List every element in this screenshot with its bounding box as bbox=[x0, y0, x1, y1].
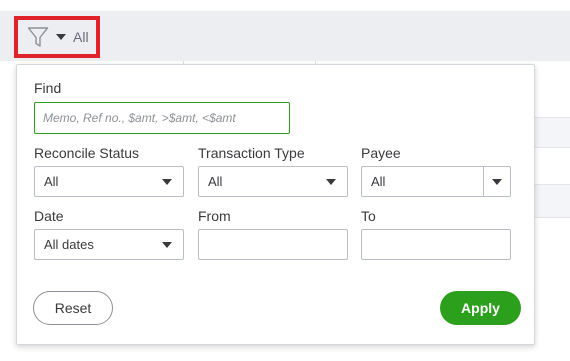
payee-value: All bbox=[371, 174, 386, 189]
payee-label: Payee bbox=[361, 145, 401, 161]
chevron-down-icon bbox=[162, 241, 172, 248]
reset-button[interactable]: Reset bbox=[33, 291, 113, 325]
caret-down-icon bbox=[56, 34, 66, 40]
chevron-down-icon bbox=[326, 178, 336, 185]
find-label: Find bbox=[34, 80, 62, 96]
to-label: To bbox=[361, 208, 376, 224]
transaction-type-value: All bbox=[208, 174, 223, 189]
from-date-input[interactable] bbox=[198, 229, 348, 260]
filter-summary-label: All bbox=[73, 29, 89, 45]
chevron-down-icon bbox=[162, 178, 172, 185]
date-value: All dates bbox=[44, 237, 94, 252]
date-label: Date bbox=[34, 208, 64, 224]
to-date-input[interactable] bbox=[361, 229, 511, 260]
reconcile-status-label: Reconcile Status bbox=[34, 145, 140, 161]
payee-combobox[interactable]: All bbox=[361, 166, 511, 197]
payee-dropdown-toggle[interactable] bbox=[483, 167, 510, 196]
reconcile-status-value: All bbox=[44, 174, 59, 189]
table-header-band bbox=[535, 117, 570, 148]
filter-popover: Find Reconcile Status All Transaction Ty… bbox=[16, 64, 535, 345]
filter-button[interactable]: All bbox=[14, 16, 100, 58]
find-input[interactable] bbox=[34, 102, 290, 134]
transaction-type-label: Transaction Type bbox=[198, 145, 305, 161]
date-select[interactable]: All dates bbox=[34, 229, 184, 260]
from-label: From bbox=[198, 208, 231, 224]
reconcile-status-select[interactable]: All bbox=[34, 166, 184, 197]
apply-button[interactable]: Apply bbox=[440, 291, 521, 325]
transaction-type-select[interactable]: All bbox=[198, 166, 348, 197]
funnel-icon bbox=[27, 27, 49, 47]
chevron-down-icon bbox=[492, 178, 502, 185]
table-row-band bbox=[535, 184, 570, 218]
